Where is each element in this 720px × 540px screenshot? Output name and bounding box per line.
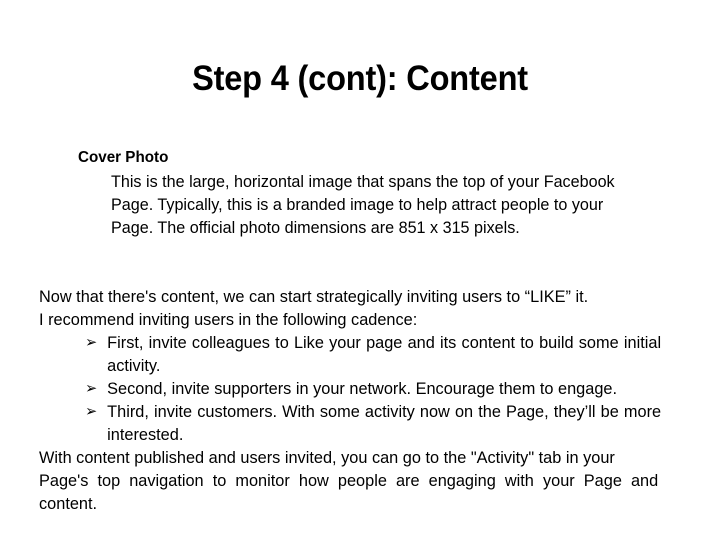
- invite-intro-line-2: I recommend inviting users in the follow…: [39, 310, 418, 329]
- page-title: Step 4 (cont): Content: [192, 59, 528, 98]
- list-item: ➢ First, invite colleagues to Like your …: [39, 331, 661, 377]
- list-item: ➢ Third, invite customers. With some act…: [39, 400, 661, 446]
- closing-paragraph-part-2: Page's top navigation to monitor how peo…: [39, 471, 659, 513]
- list-item: ➢ Second, invite supporters in your netw…: [39, 377, 661, 400]
- cover-photo-heading: Cover Photo: [78, 149, 169, 166]
- closing-paragraph-part-1: With content published and users invited…: [39, 448, 615, 467]
- invite-users-section: Now that there's content, we can start s…: [39, 285, 661, 446]
- arrowhead-bullet-icon: ➢: [85, 333, 98, 351]
- cover-photo-description: This is the large, horizontal image that…: [111, 172, 615, 237]
- list-item-label: First, invite colleagues to Like your pa…: [107, 333, 662, 375]
- cover-photo-section: Cover Photo This is the large, horizonta…: [78, 147, 678, 239]
- slide-canvas: Step 4 (cont): Content Cover Photo This …: [0, 0, 720, 540]
- list-item-label: Third, invite customers. With some activ…: [107, 402, 662, 444]
- invite-intro-line-1: Now that there's content, we can start s…: [39, 287, 589, 306]
- list-item-label: Second, invite supporters in your networ…: [107, 379, 618, 398]
- closing-paragraph: With content published and users invited…: [39, 446, 658, 515]
- invite-cadence-list: ➢ First, invite colleagues to Like your …: [39, 331, 661, 446]
- arrowhead-bullet-icon: ➢: [85, 379, 98, 397]
- arrowhead-bullet-icon: ➢: [85, 402, 98, 420]
